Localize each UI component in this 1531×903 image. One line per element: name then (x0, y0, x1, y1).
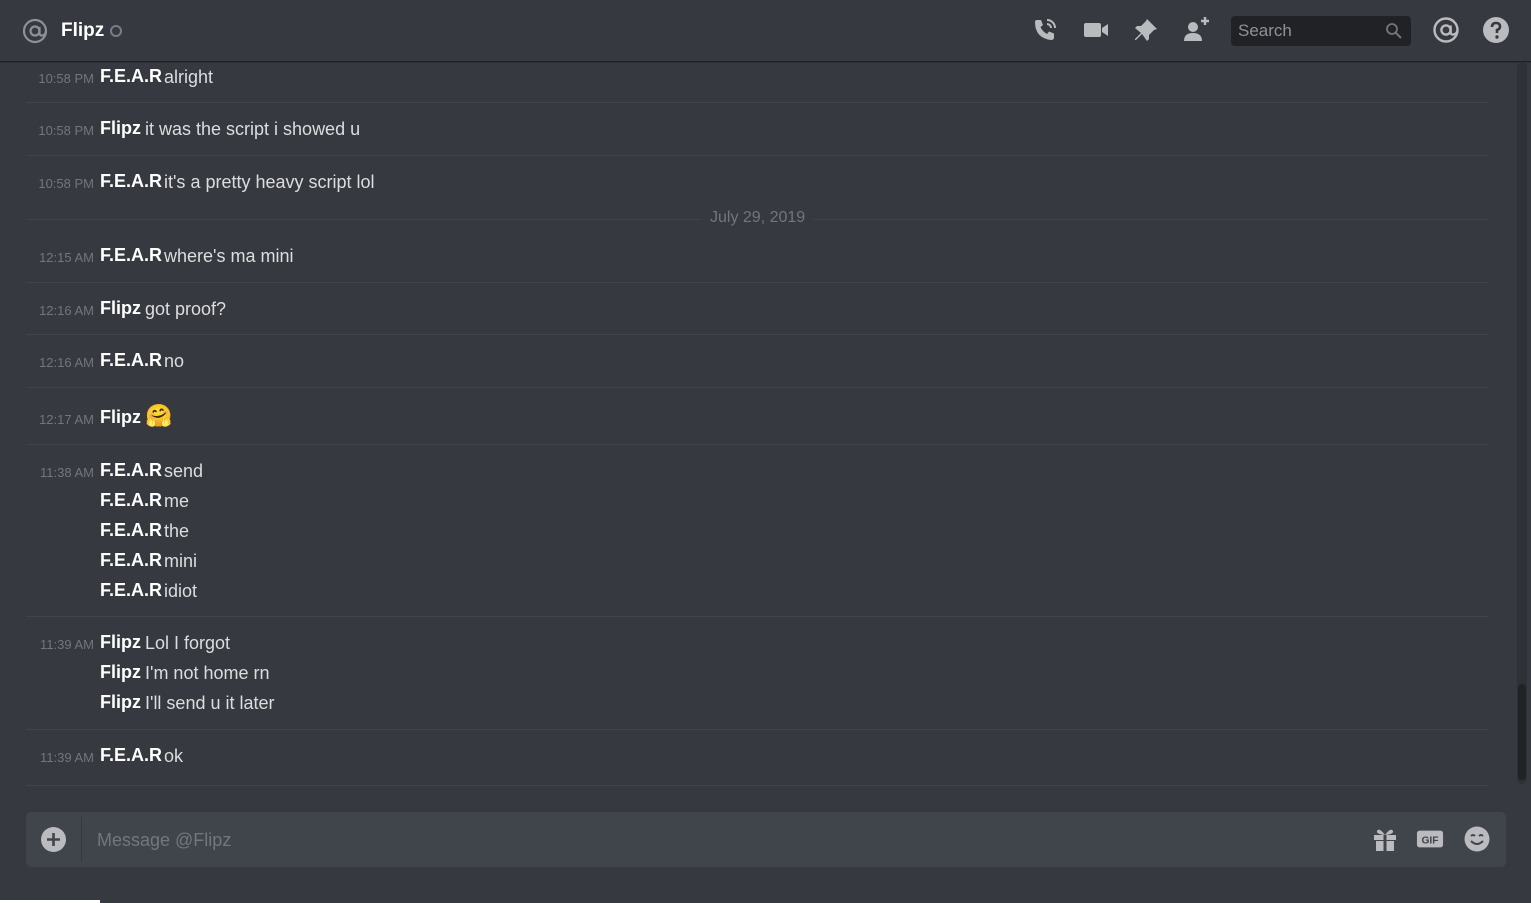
add-attachment-icon[interactable] (40, 826, 67, 853)
message-composer: GIF (26, 812, 1506, 869)
help-icon[interactable] (1482, 16, 1510, 44)
timestamp: 11:38 AM (40, 465, 94, 480)
timestamp: 10:58 PM (38, 176, 94, 191)
message-content: it was the script i showed u (145, 119, 361, 139)
message-group: 12:15 AM F.E.A.R where's ma mini (26, 230, 1488, 283)
timestamp: 12:17 AM (39, 412, 94, 427)
status-offline-icon (110, 25, 122, 37)
date-divider: July 29, 2019 (702, 209, 814, 227)
author-name[interactable]: Flipz (100, 662, 141, 683)
message-content: I'm not home rn (145, 663, 270, 683)
author-name[interactable]: Flipz (100, 298, 141, 319)
message-group: 11:39 AM F.E.A.R ok (26, 730, 1488, 786)
message-group: 10:58 PM F.E.A.R alright (26, 62, 1488, 103)
message-content: me (164, 491, 190, 511)
message-content: no (164, 351, 185, 371)
author-name[interactable]: F.E.A.R (100, 550, 162, 571)
timestamp: 12:16 AM (39, 303, 94, 318)
author-name[interactable]: Flipz (100, 407, 141, 428)
message-content: send (164, 461, 204, 481)
message-content: got proof? (145, 299, 227, 319)
message-content: ok (164, 746, 184, 766)
mentions-icon[interactable] (1432, 16, 1460, 44)
message-group: 12:16 AM Flipz got proof? (26, 283, 1488, 335)
message-group: 11:39 AM Flipz Lol I forgot Flipz I'm no… (26, 617, 1488, 730)
message-group: 11:38 AM F.E.A.R send F.E.A.R me F.E.A.R… (26, 445, 1488, 617)
author-name[interactable]: F.E.A.R (100, 171, 162, 192)
message-content: where's ma mini (164, 246, 294, 266)
svg-text:GIF: GIF (1421, 836, 1438, 847)
author-name[interactable]: F.E.A.R (100, 520, 162, 541)
message-group: 12:16 AM F.E.A.R no (26, 335, 1488, 388)
author-name[interactable]: F.E.A.R (100, 460, 162, 481)
message-input[interactable] (95, 812, 1349, 869)
message-group: 10:58 PM Flipz it was the script i showe… (26, 103, 1488, 156)
gift-icon[interactable] (1371, 825, 1399, 853)
pin-icon[interactable] (1132, 16, 1160, 44)
video-call-icon[interactable] (1082, 16, 1110, 44)
author-name[interactable]: F.E.A.R (100, 580, 162, 601)
message-content: alright (164, 67, 214, 87)
message-content: idiot (164, 581, 198, 601)
timestamp: 11:39 AM (40, 750, 94, 765)
search-icon[interactable] (1385, 22, 1403, 40)
add-friend-icon[interactable] (1182, 16, 1210, 44)
timestamp: 12:16 AM (39, 355, 94, 370)
channel-header: Flipz (0, 0, 1531, 62)
search-input[interactable] (1231, 16, 1381, 46)
author-name[interactable]: F.E.A.R (100, 66, 162, 87)
author-name[interactable]: F.E.A.R (100, 350, 162, 371)
voice-call-icon[interactable] (1031, 16, 1059, 44)
author-name[interactable]: Flipz (100, 118, 141, 139)
composer-separator (81, 817, 82, 862)
author-name[interactable]: F.E.A.R (100, 245, 162, 266)
scrollbar-track[interactable] (1517, 62, 1527, 784)
author-name[interactable]: Flipz (100, 632, 141, 653)
message-content: the (164, 521, 190, 541)
message-group: 12:17 AM Flipz 🤗 (26, 388, 1488, 445)
message-content: I'll send u it later (145, 693, 275, 713)
timestamp: 12:15 AM (39, 250, 94, 265)
gif-icon[interactable]: GIF (1416, 825, 1444, 853)
scrollbar-thumb[interactable] (1518, 684, 1526, 780)
timestamp: 10:58 PM (38, 71, 94, 86)
channel-title: Flipz (61, 20, 105, 41)
message-content: mini (164, 551, 198, 571)
timestamp: 10:58 PM (38, 123, 94, 138)
message-content: it's a pretty heavy script lol (164, 172, 375, 192)
hugging-emoji: 🤗 (145, 403, 173, 428)
search-box[interactable] (1231, 16, 1411, 46)
author-name[interactable]: F.E.A.R (100, 490, 162, 511)
message-content: Lol I forgot (145, 633, 231, 653)
author-name[interactable]: F.E.A.R (100, 745, 162, 766)
at-icon (22, 18, 48, 44)
emoji-icon[interactable] (1463, 825, 1491, 853)
author-name[interactable]: Flipz (100, 692, 141, 713)
timestamp: 11:39 AM (40, 637, 94, 652)
